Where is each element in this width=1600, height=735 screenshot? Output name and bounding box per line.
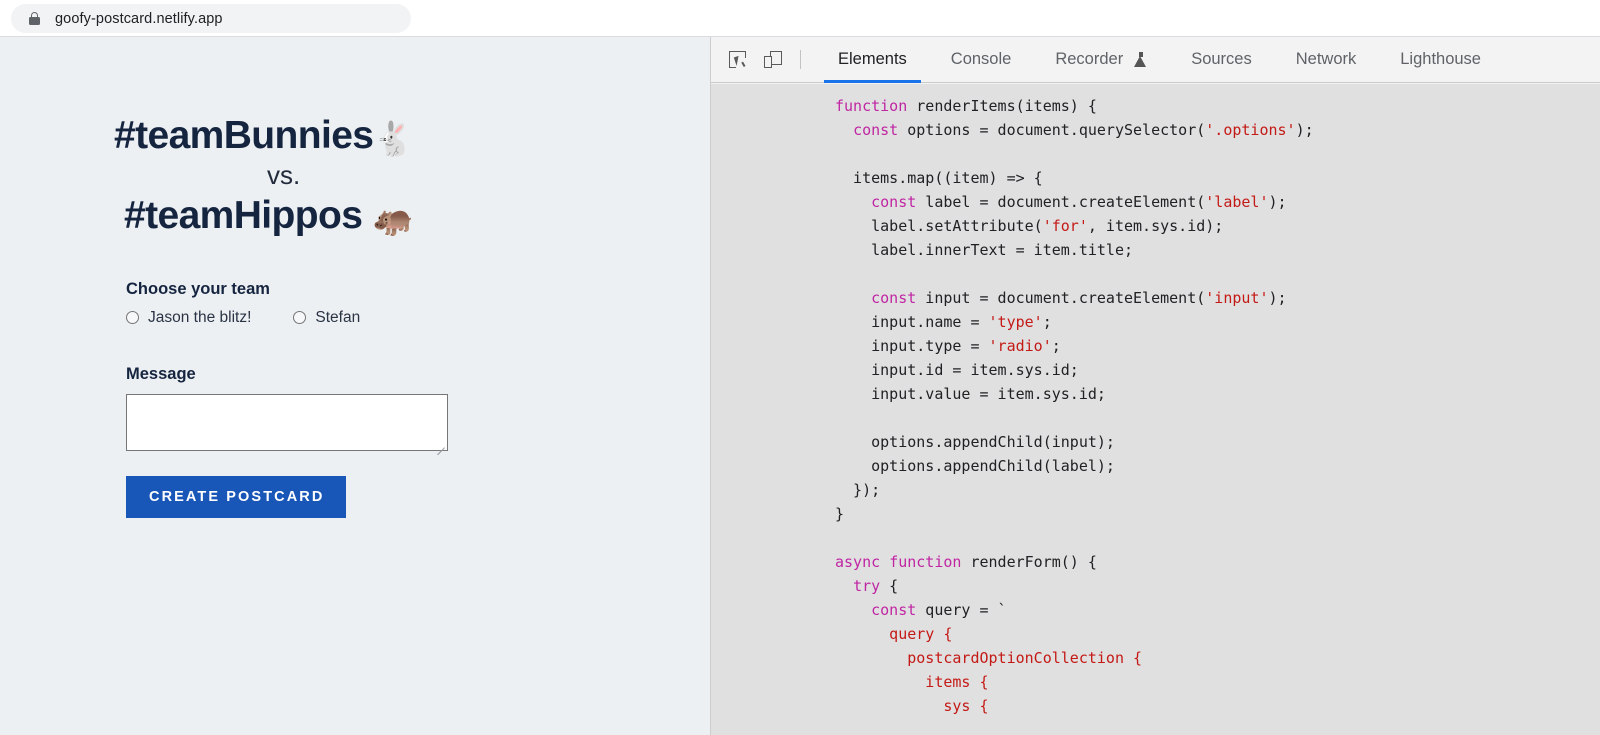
hero-vs-text: vs. bbox=[267, 160, 301, 191]
radio-button-icon[interactable] bbox=[293, 311, 307, 325]
tab-lighthouse[interactable]: Lighthouse bbox=[1378, 37, 1503, 83]
address-bar[interactable]: goofy-postcard.netlify.app bbox=[11, 4, 411, 33]
radio-label-stefan: Stefan bbox=[315, 308, 361, 326]
create-postcard-button[interactable]: CREATE POSTCARD bbox=[126, 475, 347, 518]
radio-option-stefan[interactable]: Stefan bbox=[293, 309, 360, 327]
team-radio-group: Jason the blitz! Stefan bbox=[126, 309, 710, 327]
message-textarea[interactable] bbox=[126, 393, 448, 455]
screenshot-root: goofy-postcard.netlify.app #teamBunnies🐇… bbox=[0, 0, 1600, 735]
devtools-tab-bar: Elements Console Recorder Sources Networ… bbox=[816, 37, 1503, 83]
radio-label-jason: Jason the blitz! bbox=[148, 308, 252, 326]
choose-team-label: Choose your team bbox=[126, 279, 270, 298]
tab-elements[interactable]: Elements bbox=[816, 37, 929, 83]
devtools-panel: Elements Console Recorder Sources Networ… bbox=[710, 37, 1600, 735]
device-toolbar-icon[interactable] bbox=[759, 46, 787, 74]
rabbit-emoji-icon: 🐇 bbox=[373, 120, 415, 157]
tab-console[interactable]: Console bbox=[929, 37, 1034, 83]
lock-icon bbox=[28, 11, 41, 26]
hero-bunnies-text: #teamBunnies bbox=[114, 114, 374, 157]
tab-sources-label: Sources bbox=[1191, 50, 1252, 68]
radio-option-jason[interactable]: Jason the blitz! bbox=[126, 309, 251, 327]
tab-elements-label: Elements bbox=[838, 50, 907, 68]
hero-hippos-text: #teamHippos bbox=[124, 193, 363, 237]
page-viewport: #teamBunnies🐇 vs. #teamHippos 🦛 Choose y… bbox=[0, 37, 710, 735]
tab-network[interactable]: Network bbox=[1274, 37, 1379, 83]
postcard-form: Choose your team Jason the blitz! Stefan… bbox=[114, 280, 710, 518]
address-bar-url: goofy-postcard.netlify.app bbox=[55, 10, 223, 27]
radio-button-icon[interactable] bbox=[126, 311, 139, 325]
browser-chrome: goofy-postcard.netlify.app bbox=[0, 0, 1600, 37]
toolbar-divider bbox=[800, 50, 801, 69]
inspect-element-icon[interactable] bbox=[723, 46, 751, 74]
devtools-toolbar: Elements Console Recorder Sources Networ… bbox=[711, 37, 1600, 83]
tab-recorder[interactable]: Recorder bbox=[1033, 37, 1169, 83]
hero-line-bunnies: #teamBunnies🐇 bbox=[114, 114, 710, 157]
devtools-content-panel[interactable]: function renderItems(items) { const opti… bbox=[711, 84, 1600, 735]
tab-network-label: Network bbox=[1295, 50, 1357, 68]
experiment-flask-icon bbox=[1134, 52, 1147, 67]
resize-handle-icon[interactable] bbox=[435, 438, 445, 455]
tab-console-label: Console bbox=[950, 50, 1012, 68]
tab-lighthouse-label: Lighthouse bbox=[1400, 50, 1481, 68]
tab-sources[interactable]: Sources bbox=[1169, 37, 1274, 83]
hippopotamus-emoji-icon: 🦛 bbox=[372, 199, 414, 237]
hero-line-hippos: #teamHippos 🦛 bbox=[114, 193, 710, 237]
source-code-block[interactable]: function renderItems(items) { const opti… bbox=[711, 94, 1600, 718]
code-scroll-area[interactable]: function renderItems(items) { const opti… bbox=[711, 84, 1600, 718]
message-label: Message bbox=[126, 364, 196, 383]
page-title: #teamBunnies🐇 vs. #teamHippos 🦛 bbox=[114, 114, 710, 237]
tab-recorder-label: Recorder bbox=[1055, 50, 1124, 68]
devtools-icon-group bbox=[711, 46, 787, 74]
